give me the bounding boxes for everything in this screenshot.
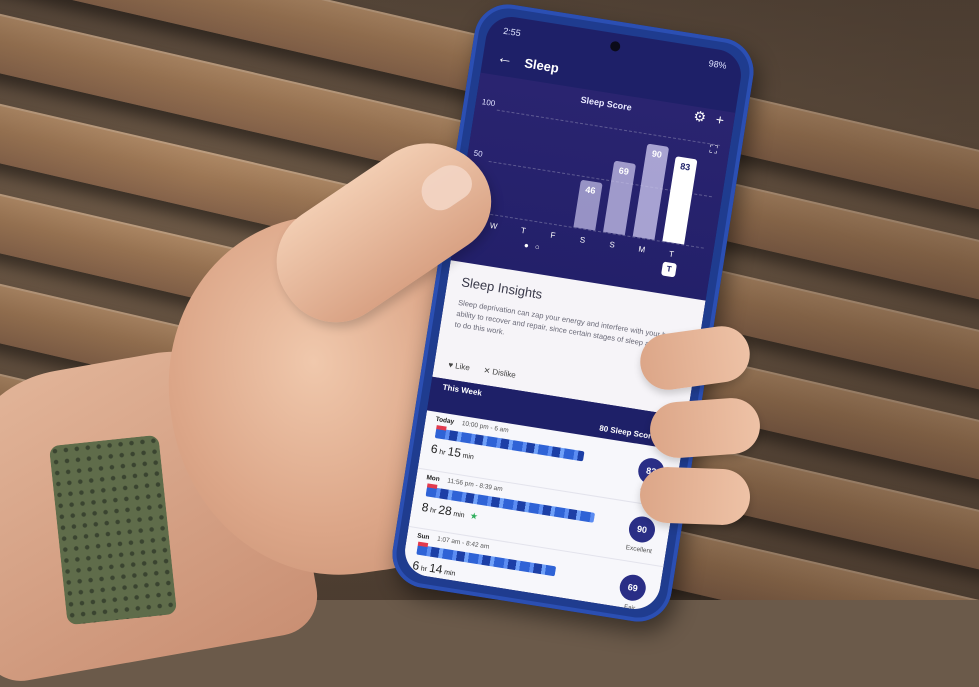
bar-value-label: 69 — [618, 165, 630, 178]
score-rating: Fair — [623, 603, 636, 613]
status-time: 2:55 — [502, 25, 522, 39]
x-tick-label: S — [608, 239, 616, 250]
finger — [639, 466, 751, 526]
chart-bar[interactable]: 90 — [632, 143, 670, 240]
bar-value-label: 83 — [679, 160, 692, 173]
watch-strap — [48, 434, 178, 626]
chart-bar[interactable]: 69 — [603, 160, 637, 236]
heart-icon: ♥ — [447, 360, 454, 370]
night-day: Sun — [416, 532, 430, 542]
like-label: Like — [454, 361, 471, 373]
dislike-label: Dislike — [491, 367, 517, 380]
finger — [648, 396, 762, 460]
night-duration: 6hr14min — [411, 558, 456, 578]
like-button[interactable]: ♥ Like — [448, 360, 471, 372]
gear-icon[interactable]: ⚙ — [692, 108, 707, 126]
night-duration: 6hr15min — [429, 441, 475, 462]
dislike-button[interactable]: ✕ Dislike — [483, 366, 517, 380]
night-day: Mon — [425, 474, 441, 484]
status-battery: 98% — [707, 58, 728, 71]
y-tick-label: 100 — [481, 97, 496, 109]
night-day: Today — [435, 415, 455, 426]
today-badge: T — [660, 261, 677, 278]
score-rating: Excellent — [625, 544, 653, 556]
chart-toolbar: ⚙ + — [692, 108, 725, 129]
bar-value-label: 46 — [584, 184, 597, 197]
x-tick-label: S — [579, 235, 586, 245]
chart-bar[interactable]: 83 — [662, 155, 698, 245]
x-tick-label: F — [549, 230, 557, 241]
close-icon: ✕ — [482, 365, 491, 376]
score-badge: 69 — [617, 572, 648, 603]
x-tick-label: M — [637, 244, 646, 255]
y-tick-label: 50 — [473, 148, 484, 159]
chart-bar[interactable]: 46 — [573, 179, 603, 231]
page-title: Sleep — [523, 54, 561, 76]
x-tick-label: T — [520, 225, 527, 236]
pager-dots: ● ○ — [523, 240, 543, 253]
bar-value-label: 90 — [651, 148, 663, 161]
insight-feedback: ♥ Like ✕ Dislike — [448, 360, 517, 380]
x-tick-label: T — [668, 249, 675, 259]
score-badge: 90 — [627, 514, 657, 545]
star-icon: ★ — [469, 510, 479, 522]
back-arrow-icon[interactable]: ← — [496, 49, 514, 68]
week-title: This Week — [442, 382, 483, 398]
